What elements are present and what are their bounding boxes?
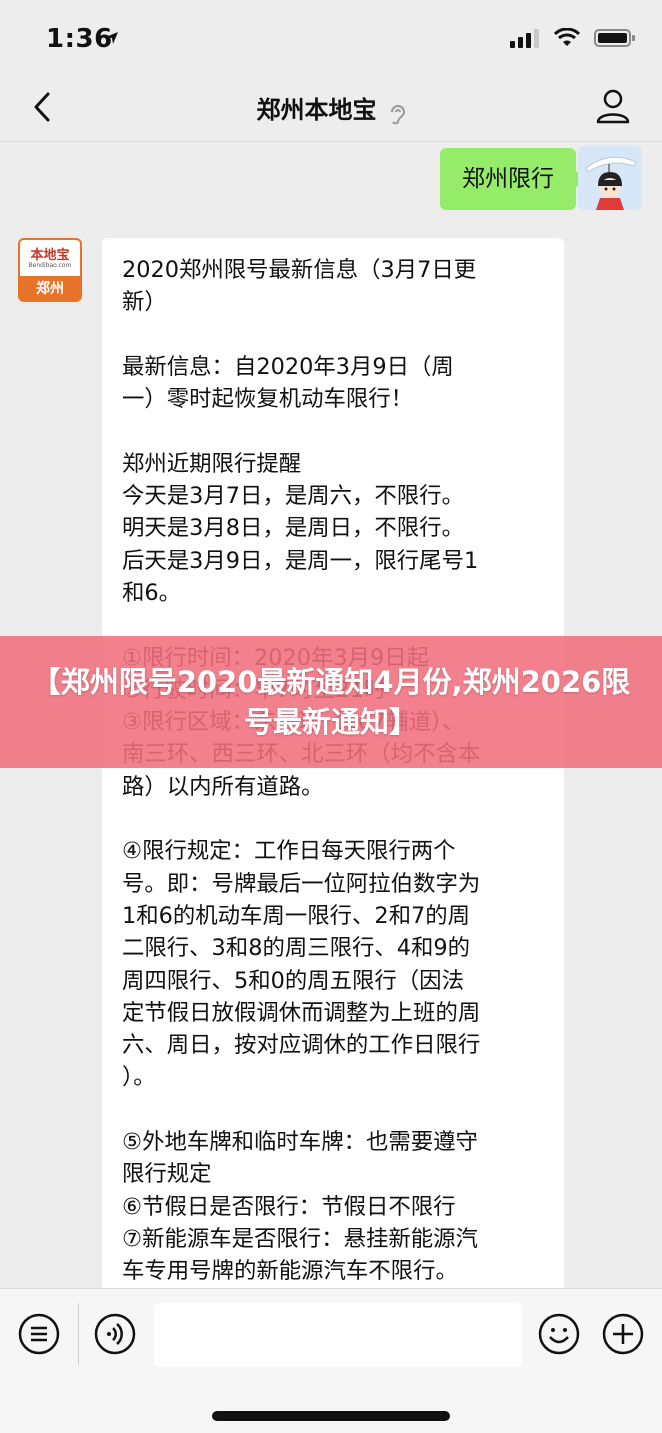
bot-avatar[interactable]: 本地宝 Bendibao.com 郑州	[18, 238, 82, 302]
emoji-icon[interactable]	[536, 1311, 582, 1357]
user-message-bubble[interactable]: 郑州限行	[440, 148, 586, 210]
message-line: 今天是3月7日，是周六，不限行。	[122, 483, 464, 510]
input-bar	[0, 1288, 662, 1433]
message-paragraph: 2020郑州限号最新信息（3月7日更 新）	[122, 254, 544, 319]
message-line: 和6。	[122, 579, 182, 606]
message-line: ）。	[122, 1064, 156, 1091]
ear-muted-icon	[390, 104, 405, 124]
status-bar: 1:36	[0, 0, 662, 72]
menu-icon[interactable]	[16, 1311, 62, 1357]
home-indicator	[212, 1411, 450, 1421]
message-input[interactable]	[154, 1303, 522, 1367]
message-line: 周四限行、5和0的周五限行（因法	[122, 967, 464, 994]
message-paragraph: ⑤外地车牌和临时车牌：也需要遵守 限行规定 ⑥节假日是否限行：节假日不限行 ⑦新能源车…	[122, 1126, 544, 1288]
message-line: 二限行、3和8的周三限行、4和9的	[122, 935, 471, 962]
wifi-icon	[554, 28, 580, 46]
message-line: ⑦新能源车是否限行：悬挂新能源汽	[122, 1225, 478, 1252]
input-divider	[78, 1303, 79, 1365]
message-line: 1和6的机动车周一限行、2和7的周	[122, 902, 471, 929]
message-line: 后天是3月9日，是周一，限行尾号1	[122, 547, 479, 574]
message-line: 新）	[122, 289, 167, 316]
message-line: 车专用号牌的新能源汽车不限行。	[122, 1258, 458, 1285]
message-line: 六、周日，按对应调休的工作日限行	[122, 1032, 481, 1059]
bot-avatar-site: Bendibao.com	[28, 262, 72, 269]
nav-title-wrap: 郑州本地宝	[0, 90, 662, 126]
message-line: 定节假日放假调休而调整为上班的周	[122, 999, 481, 1026]
bot-avatar-city: 郑州	[36, 281, 64, 297]
banner-title: 【郑州限号2020最新通知4月份,郑州2026限号最新通知】	[31, 665, 631, 739]
message-line: 郑州近期限行提醒	[122, 450, 302, 477]
message-paragraph: ④限行规定：工作日每天限行两个 号。即：号牌最后一位阿拉伯数字为 1和6的机动车周一…	[122, 835, 544, 1093]
battery-icon	[594, 29, 635, 47]
message-paragraph: 最新信息：自2020年3月9日（周 一）零时起恢复机动车限行！	[122, 351, 544, 416]
message-line: 2020郑州限号最新信息（3月7日更	[122, 257, 477, 283]
title-banner: 【郑州限号2020最新通知4月份,郑州2026限号最新通知】	[0, 636, 662, 768]
user-avatar[interactable]	[578, 146, 642, 210]
bot-avatar-logo: 本地宝	[30, 248, 70, 263]
message-line: 最新信息：自2020年3月9日（周	[122, 353, 454, 380]
status-icons	[510, 28, 636, 48]
message-line: ④限行规定：工作日每天限行两个	[122, 838, 456, 865]
message-line: ⑥节假日是否限行：节假日不限行	[122, 1193, 456, 1220]
nav-bar: 郑州本地宝	[0, 72, 662, 142]
user-avatar-image-icon	[578, 146, 642, 210]
page-title: 郑州本地宝	[256, 96, 377, 124]
plus-icon[interactable]	[600, 1311, 646, 1357]
message-paragraph: 郑州近期限行提醒今天是3月7日，是周六，不限行。 明天是3月8日，是周日，不限行。…	[122, 448, 544, 609]
status-time: 1:36	[46, 24, 113, 54]
profile-icon[interactable]	[596, 88, 630, 124]
message-line: 号。即：号牌最后一位阿拉伯数字为	[122, 870, 481, 897]
signal-icon	[510, 29, 539, 48]
message-line: ⑤外地车牌和临时车牌：也需要遵守	[122, 1129, 478, 1156]
voice-icon[interactable]	[92, 1311, 138, 1357]
message-line: 一）零时起恢复机动车限行！	[122, 386, 414, 413]
message-line: 限行规定	[122, 1161, 212, 1188]
message-line: 路）以内所有道路。	[122, 773, 324, 800]
message-line: 明天是3月8日，是周日，不限行。	[122, 515, 464, 542]
location-arrow-icon	[106, 32, 118, 44]
